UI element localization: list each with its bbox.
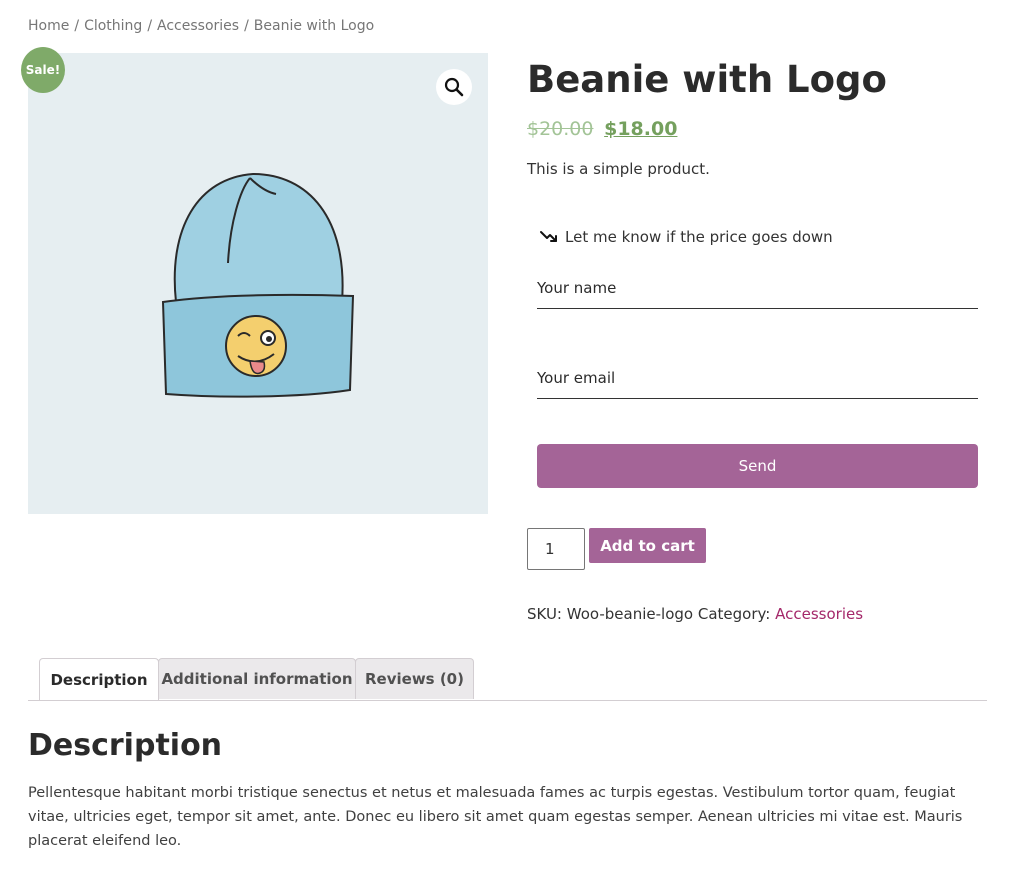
product-title: Beanie with Logo — [527, 58, 887, 101]
breadcrumb-accessories-link[interactable]: Accessories — [157, 18, 239, 34]
product-summary: Beanie with Logo $20.00 $18.00 This is a… — [527, 58, 987, 178]
breadcrumb-home-link[interactable]: Home — [28, 18, 69, 34]
name-input[interactable] — [537, 268, 978, 308]
add-to-cart-button[interactable]: Add to cart — [589, 528, 706, 563]
product-tabs: Description Additional information Revie… — [28, 658, 987, 701]
name-field — [537, 268, 978, 309]
category-link[interactable]: Accessories — [775, 605, 863, 623]
breadcrumb-separator: / — [74, 18, 80, 34]
email-field — [537, 358, 978, 399]
trending-down-icon — [540, 231, 557, 242]
email-input[interactable] — [537, 358, 978, 398]
price-alert-form: Let me know if the price goes down — [537, 228, 978, 246]
tab-description[interactable]: Description — [39, 658, 159, 700]
magnifier-icon — [444, 77, 464, 97]
breadcrumb: Home / Clothing / Accessories / Beanie with Lo… — [28, 18, 374, 34]
quantity-input[interactable] — [527, 528, 585, 570]
product-meta: SKU: Woo-beanie-logo Category: Accessori… — [527, 605, 863, 623]
price-alert-heading: Let me know if the price goes down — [539, 228, 978, 246]
sku-value: Woo-beanie-logo — [566, 605, 694, 623]
tab-reviews[interactable]: Reviews (0) — [355, 658, 474, 699]
price-alert-text: Let me know if the price goes down — [565, 228, 833, 246]
product-gallery-image[interactable] — [28, 53, 488, 514]
description-text: Pellentesque habitant morbi tristique se… — [28, 785, 963, 849]
short-description: This is a simple product. — [527, 160, 710, 178]
send-button[interactable]: Send — [537, 444, 978, 488]
breadcrumb-current: Beanie with Logo — [253, 18, 375, 34]
beanie-image — [161, 172, 355, 398]
category-label: Category: — [697, 605, 771, 623]
product-price: $20.00 $18.00 — [527, 118, 987, 140]
zoom-button[interactable] — [436, 69, 472, 105]
breadcrumb-separator: / — [244, 18, 249, 34]
sku-label: SKU: — [527, 605, 562, 623]
sale-badge: Sale! — [21, 47, 65, 93]
breadcrumb-separator: / — [147, 18, 153, 34]
regular-price: $20.00 — [527, 118, 594, 140]
sale-price: $18.00 — [604, 118, 678, 140]
description-heading: Description — [28, 728, 223, 763]
breadcrumb-clothing-link[interactable]: Clothing — [84, 18, 142, 34]
tab-additional-information[interactable]: Additional information — [158, 658, 356, 699]
